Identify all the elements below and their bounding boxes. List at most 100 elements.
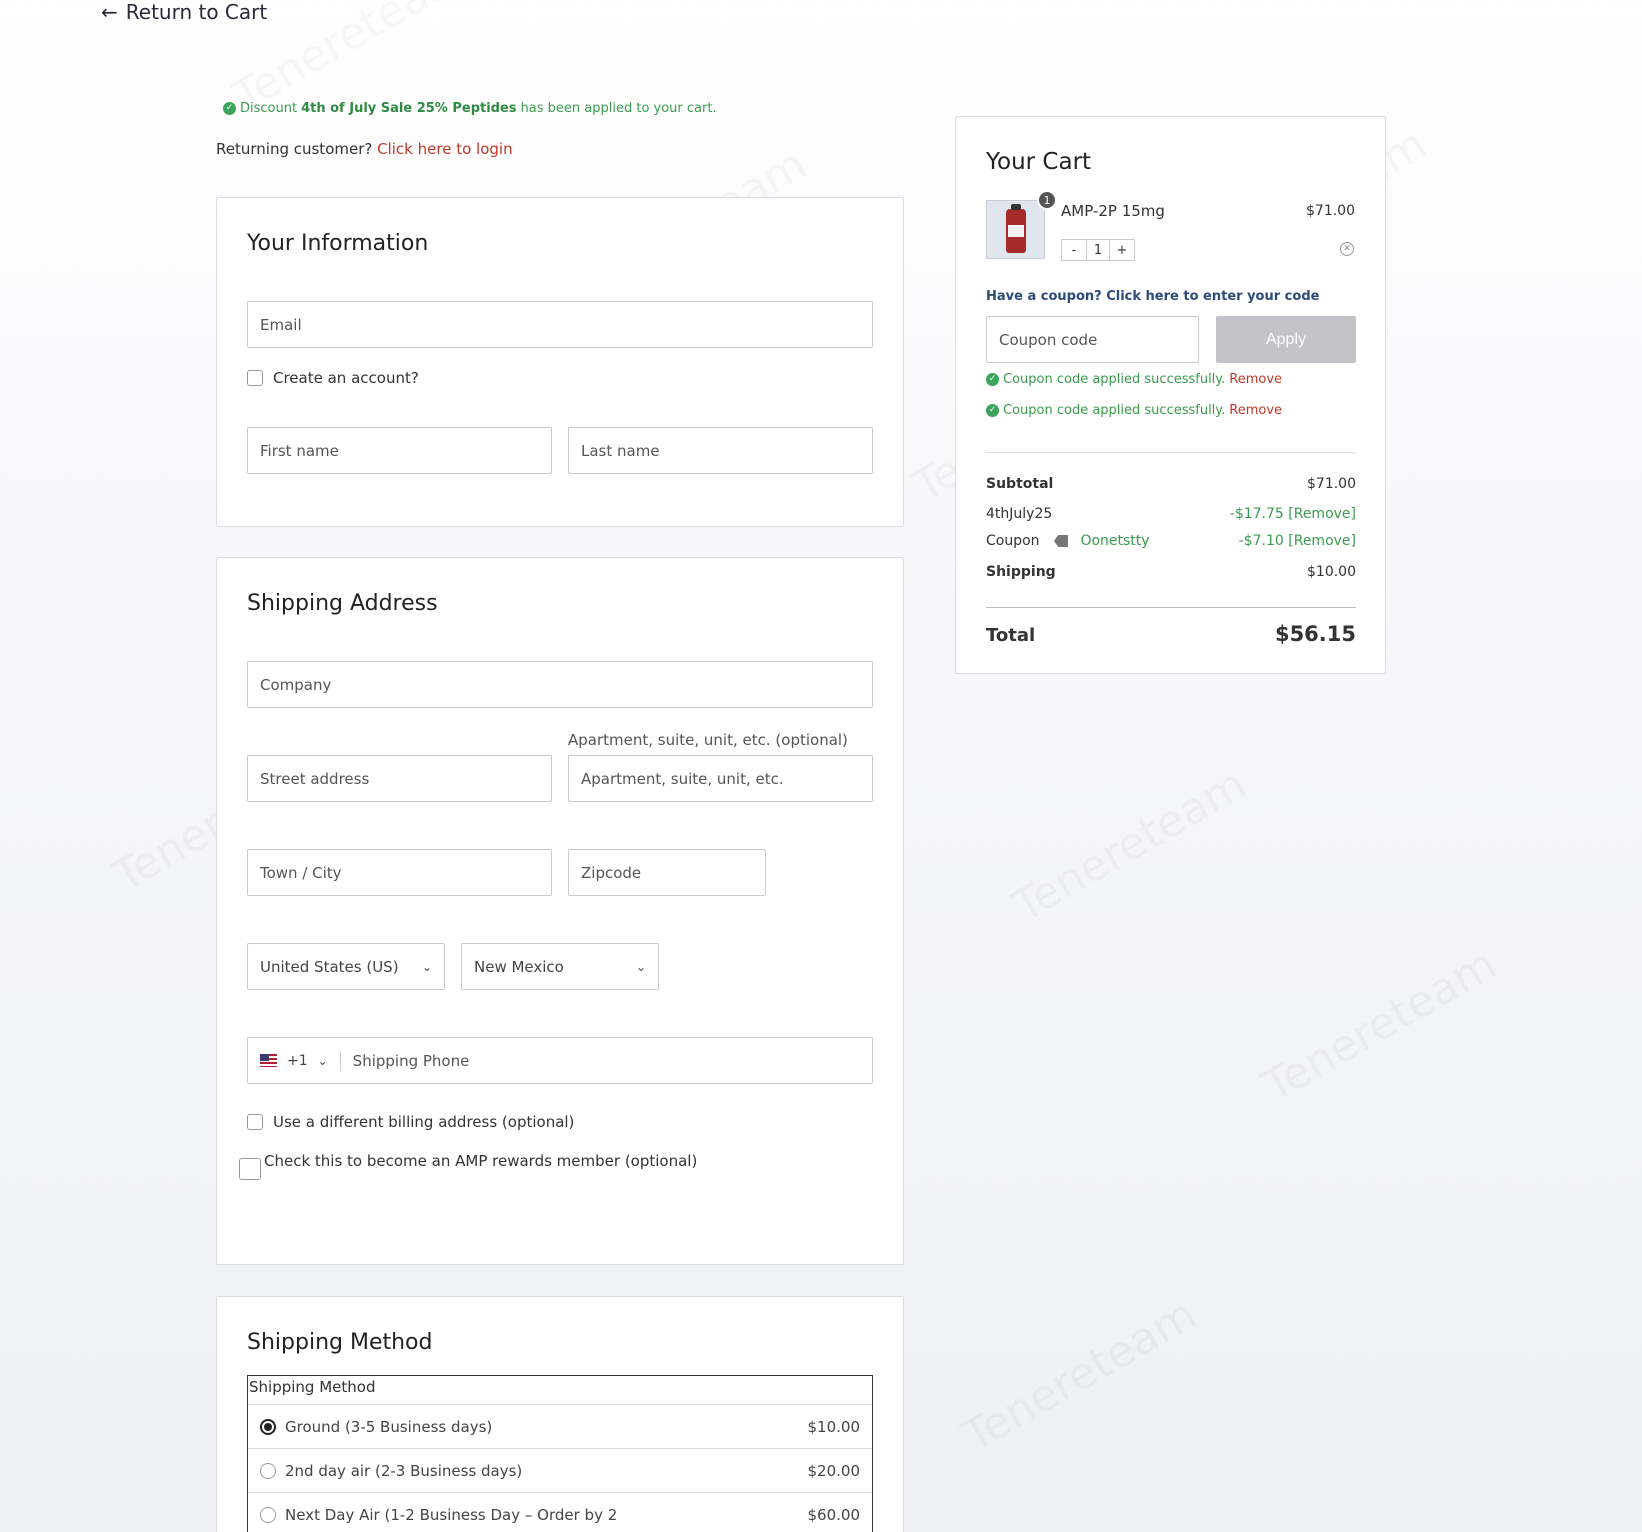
chevron-down-icon[interactable]: ⌄ (318, 1054, 328, 1068)
cart-title: Your Cart (986, 149, 1092, 175)
quantity-stepper: - 1 + (1061, 239, 1135, 261)
divider (986, 607, 1356, 608)
rewards-checkbox[interactable]: Check this to become an AMP rewards memb… (239, 1152, 697, 1180)
shipping-phone-input[interactable] (352, 1051, 872, 1070)
checkbox-box[interactable] (247, 1114, 263, 1130)
return-to-cart-link[interactable]: ← Return to Cart (101, 0, 267, 24)
coupon-applied-text: Coupon code applied successfully. (1003, 372, 1226, 387)
coupon-code-field[interactable] (986, 316, 1199, 363)
shipping-label: Shipping (986, 564, 1056, 580)
arrow-left-icon: ← (101, 0, 118, 24)
street-address-field[interactable] (247, 755, 552, 802)
shipping-option-ground[interactable]: Ground (3-5 Business days) $10.00 (248, 1405, 872, 1449)
coupon-value[interactable]: -$7.10 [Remove] (1239, 533, 1356, 549)
quantity-value[interactable]: 1 (1086, 240, 1110, 260)
shipping-option-next-day[interactable]: Next Day Air (1-2 Business Day – Order b… (248, 1493, 872, 1532)
company-input[interactable] (260, 675, 872, 694)
zipcode-field[interactable] (568, 849, 766, 896)
subtotal-row: Subtotal $71.00 (986, 476, 1356, 492)
discount-prefix: Discount (240, 101, 298, 116)
shipping-row: Shipping $10.00 (986, 564, 1356, 580)
shipping-method-table-header: Shipping Method (248, 1376, 872, 1405)
zipcode-input[interactable] (581, 863, 765, 882)
returning-prompt: Returning customer? (216, 140, 373, 158)
first-name-field[interactable] (247, 427, 552, 474)
discount-suffix: has been applied to your cart. (520, 101, 717, 116)
discount-row: 4thJuly25 -$17.75 [Remove] (986, 506, 1356, 522)
apartment-field[interactable] (568, 755, 873, 802)
total-row: Total $56.15 (986, 622, 1356, 646)
discount-name: 4th of July Sale 25% Peptides (301, 101, 517, 116)
product-image (986, 200, 1045, 259)
subtotal-label: Subtotal (986, 476, 1054, 492)
billing-address-label: Use a different billing address (optiona… (273, 1113, 575, 1131)
shipping-value: $10.00 (1307, 564, 1356, 580)
return-to-cart-label: Return to Cart (125, 0, 268, 24)
shipping-option-price: $10.00 (807, 1417, 861, 1436)
increment-button[interactable]: + (1110, 240, 1134, 260)
watermark: Tenereteam (1255, 938, 1505, 1112)
tag-icon (1054, 535, 1068, 547)
chevron-down-icon: ⌄ (421, 959, 432, 974)
us-flag-icon[interactable] (260, 1054, 277, 1067)
radio-unselected[interactable] (260, 1462, 276, 1479)
total-label: Total (986, 625, 1036, 646)
discount-label: 4thJuly25 (986, 506, 1053, 522)
your-information-title: Your Information (247, 231, 429, 256)
shipping-option-price: $20.00 (807, 1461, 861, 1480)
login-link[interactable]: Click here to login (377, 140, 512, 158)
radio-unselected[interactable] (260, 1507, 276, 1523)
email-input[interactable] (260, 315, 872, 334)
shipping-address-title: Shipping Address (247, 591, 438, 616)
create-account-label: Create an account? (273, 369, 419, 387)
city-field[interactable] (247, 849, 552, 896)
check-circle-icon: ✓ (986, 373, 999, 386)
coupon-prompt-link[interactable]: Have a coupon? Click here to enter your … (986, 289, 1319, 304)
country-value: United States (US) (260, 957, 399, 976)
company-field[interactable] (247, 661, 873, 708)
shipping-method-title: Shipping Method (247, 1330, 433, 1355)
product-name: AMP-2P 15mg (1061, 202, 1165, 220)
state-select[interactable]: New Mexico ⌄ (461, 943, 659, 990)
apartment-input[interactable] (581, 769, 872, 788)
checkbox-box[interactable] (239, 1158, 261, 1180)
email-field[interactable] (247, 301, 873, 348)
last-name-input[interactable] (581, 441, 872, 460)
last-name-field[interactable] (568, 427, 873, 474)
coupon-remove-link[interactable]: Remove (1229, 403, 1282, 418)
apply-coupon-button[interactable]: Apply (1216, 316, 1356, 363)
shipping-option-label: Ground (3-5 Business days) (285, 1417, 493, 1436)
check-circle-icon: ✓ (986, 404, 999, 417)
chevron-down-icon: ⌄ (635, 959, 646, 974)
subtotal-value: $71.00 (1307, 476, 1356, 492)
shipping-option-2nd-day[interactable]: 2nd day air (2-3 Business days) $20.00 (248, 1449, 872, 1493)
shipping-phone-field[interactable]: +1 ⌄ (247, 1037, 873, 1084)
coupon-name: Oonetstty (1080, 533, 1150, 549)
create-account-checkbox[interactable]: Create an account? (247, 369, 419, 387)
coupon-applied-message: ✓ Coupon code applied successfully. Remo… (986, 403, 1282, 418)
city-input[interactable] (260, 863, 551, 882)
decrement-button[interactable]: - (1062, 240, 1086, 260)
coupon-remove-link[interactable]: Remove (1229, 372, 1282, 387)
country-select[interactable]: United States (US) ⌄ (247, 943, 445, 990)
phone-divider (339, 1050, 341, 1071)
coupon-code-input[interactable] (999, 330, 1198, 349)
quantity-badge: 1 (1037, 190, 1057, 210)
coupon-applied-text: Coupon code applied successfully. (1003, 403, 1226, 418)
first-name-input[interactable] (260, 441, 551, 460)
phone-country-code[interactable]: +1 (287, 1053, 308, 1069)
discount-notice: ✓ Discount 4th of July Sale 25% Peptides… (223, 101, 717, 116)
street-address-input[interactable] (260, 769, 551, 788)
state-value: New Mexico (474, 957, 564, 976)
divider (986, 452, 1356, 453)
your-information-card: Your Information Create an account? (216, 197, 904, 527)
total-value: $56.15 (1274, 622, 1356, 646)
rewards-label: Check this to become an AMP rewards memb… (264, 1152, 698, 1170)
product-price: $71.00 (1306, 203, 1355, 219)
billing-address-checkbox[interactable]: Use a different billing address (optiona… (247, 1113, 574, 1131)
checkbox-box[interactable] (247, 370, 263, 386)
remove-item-icon[interactable]: ✕ (1340, 242, 1354, 256)
radio-selected[interactable] (260, 1418, 276, 1435)
discount-value[interactable]: -$17.75 [Remove] (1230, 506, 1356, 522)
coupon-label: Coupon (986, 533, 1040, 549)
